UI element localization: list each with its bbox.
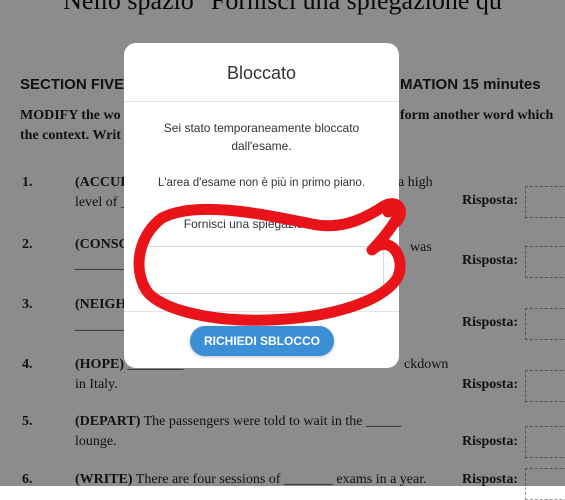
blocked-dialog: Bloccato Sei stato temporaneamente blocc… — [124, 43, 399, 368]
request-unlock-button[interactable]: RICHIEDI SBLOCCO — [190, 326, 334, 356]
dialog-divider — [124, 311, 399, 312]
dialog-title: Bloccato — [226, 63, 297, 83]
blocked-message: Sei stato temporaneamente bloccato dall'… — [163, 121, 360, 153]
dialog-divider — [124, 101, 399, 102]
explanation-input[interactable] — [138, 246, 384, 294]
explanation-prompt: Fornisci una spiegazione qui. — [183, 217, 340, 231]
focus-lost-message: L'area d'esame non è più in primo piano. — [157, 177, 366, 189]
